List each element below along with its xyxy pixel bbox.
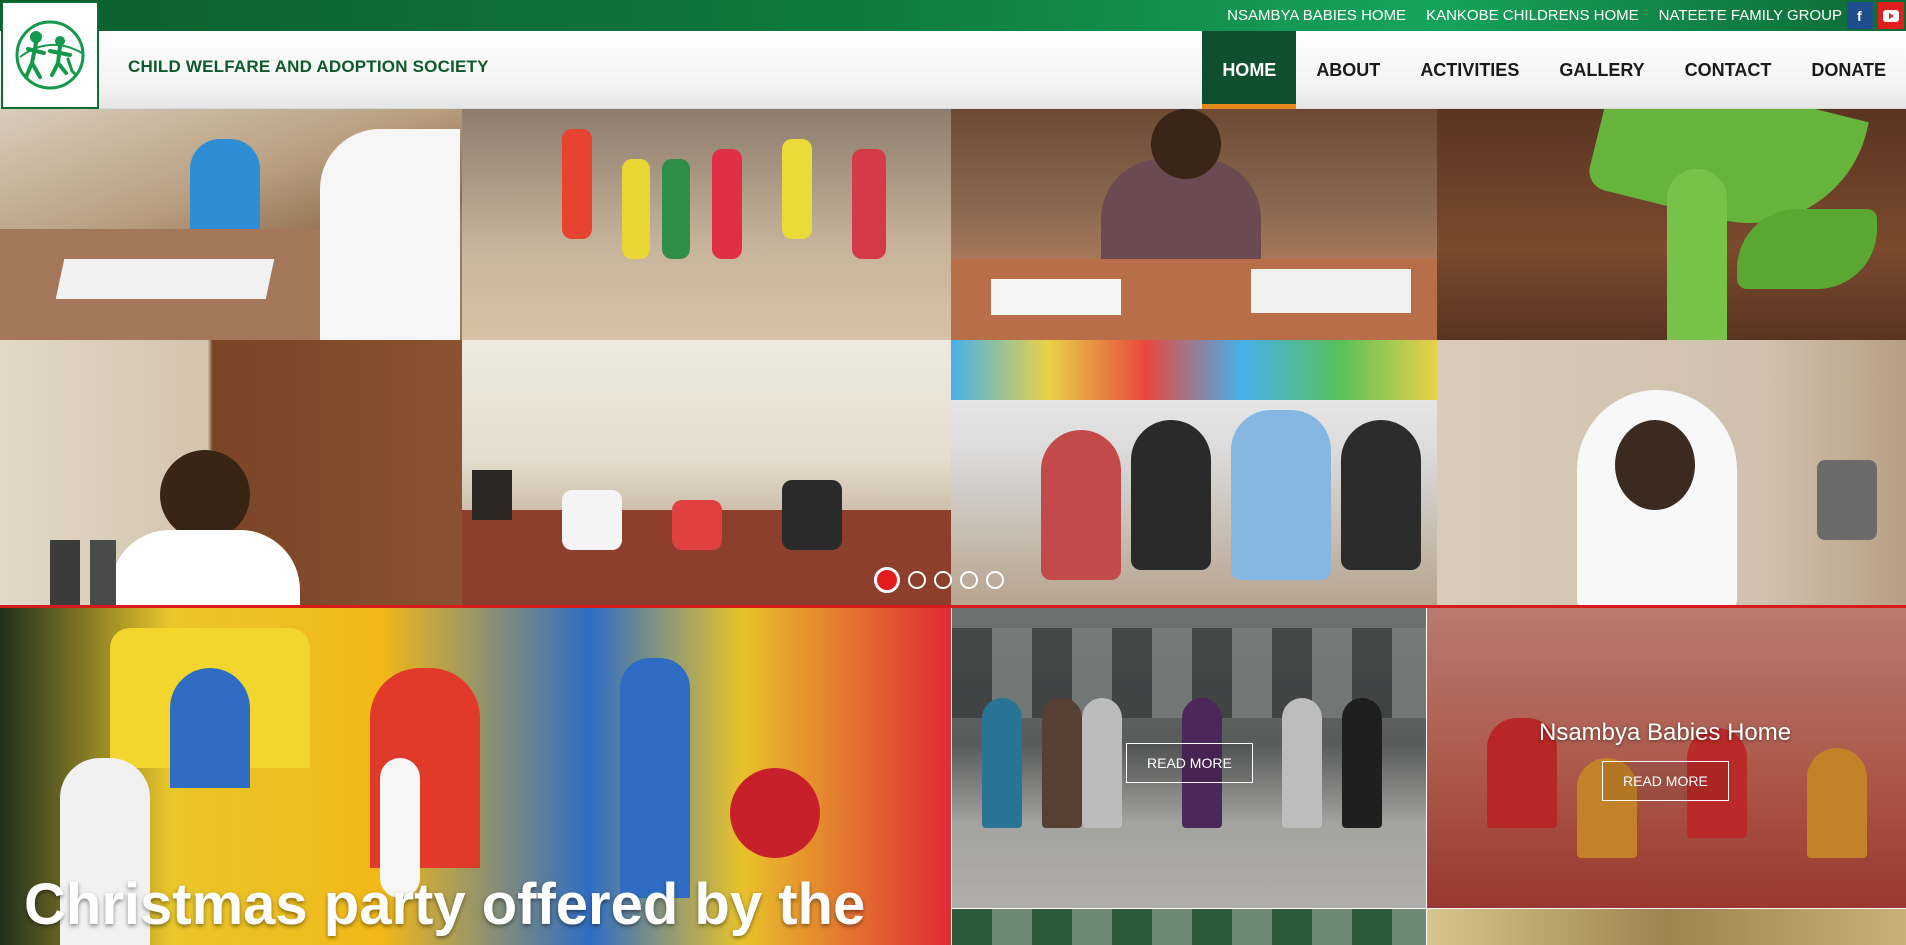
photo-banana-plant — [1437, 109, 1906, 340]
top-link-nateete[interactable]: NATEETE FAMILY GROUP — [1659, 7, 1842, 24]
feature-tile-bottom-right[interactable] — [1427, 909, 1906, 945]
slider-dots — [874, 567, 1004, 593]
slider-dot-3[interactable] — [934, 571, 952, 589]
main-nav: HOME ABOUT ACTIVITIES GALLERY CONTACT DO… — [1202, 31, 1906, 109]
nav-home[interactable]: HOME — [1202, 31, 1297, 109]
read-more-button-group[interactable]: READ MORE — [1126, 743, 1253, 783]
top-link-kankobe[interactable]: KANKOBE CHILDRENS HOME — [1426, 7, 1639, 24]
feature-christmas-title[interactable]: Christmas party offered by the — [24, 873, 865, 937]
facebook-icon[interactable]: f — [1847, 2, 1873, 29]
top-bar: NSAMBYA BABIES HOME KANKOBE CHILDRENS HO… — [0, 0, 1906, 31]
hero-slider — [0, 109, 1906, 607]
slider-dot-5[interactable] — [986, 571, 1004, 589]
photo-classroom-meeting — [951, 340, 1437, 607]
site-header: CHILD WELFARE AND ADOPTION SOCIETY HOME … — [0, 1, 1906, 109]
logo-children-icon — [15, 20, 85, 90]
nav-activities[interactable]: ACTIVITIES — [1400, 31, 1539, 109]
feature-tile-bottom-left[interactable] — [952, 909, 1426, 945]
photo-woman-meeting — [951, 109, 1437, 340]
nav-donate[interactable]: DONATE — [1791, 31, 1906, 109]
slider-dot-2[interactable] — [908, 571, 926, 589]
read-more-button-nsambya[interactable]: READ MORE — [1602, 761, 1729, 801]
top-link-nsambya[interactable]: NSAMBYA BABIES HOME — [1227, 7, 1406, 24]
feature-overlay — [1427, 608, 1906, 908]
youtube-icon[interactable] — [1878, 2, 1904, 29]
svg-text:f: f — [1857, 8, 1862, 24]
photo-sister-portrait — [1437, 340, 1906, 607]
feature-christmas-party[interactable]: Christmas party offered by the — [0, 608, 951, 945]
slider-dot-1[interactable] — [874, 567, 900, 593]
feature-nsambya-heading[interactable]: Nsambya Babies Home — [1539, 719, 1791, 747]
nav-contact[interactable]: CONTACT — [1665, 31, 1792, 109]
top-links: NSAMBYA BABIES HOME KANKOBE CHILDRENS HO… — [1227, 0, 1842, 31]
photo-children-group — [462, 109, 951, 340]
nav-about[interactable]: ABOUT — [1296, 31, 1400, 109]
feature-nsambya-babies-home[interactable]: Nsambya Babies Home READ MORE — [1427, 608, 1906, 908]
feature-group-photo[interactable]: READ MORE — [952, 608, 1426, 908]
photo-man-reading — [0, 340, 462, 607]
slider-dot-4[interactable] — [960, 571, 978, 589]
site-title[interactable]: CHILD WELFARE AND ADOPTION SOCIETY — [128, 57, 489, 77]
nav-gallery[interactable]: GALLERY — [1539, 31, 1664, 109]
site-logo[interactable] — [1, 1, 99, 109]
photo-meeting-sister — [0, 109, 462, 340]
